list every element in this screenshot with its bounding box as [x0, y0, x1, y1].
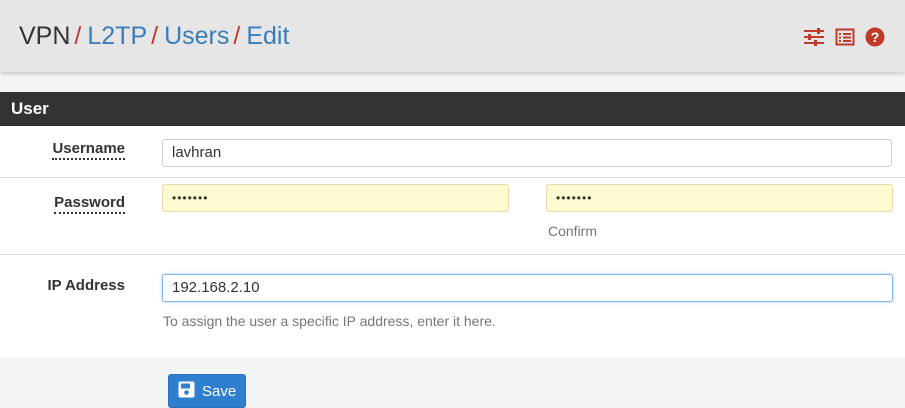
username-row: Username lavhran [0, 126, 905, 178]
svg-text:?: ? [871, 29, 880, 45]
help-icon[interactable]: ? [865, 27, 885, 47]
save-button[interactable]: Save [168, 374, 246, 408]
breadcrumb-vpn: VPN [19, 22, 71, 50]
password-field[interactable]: ••••••• [162, 184, 509, 212]
breadcrumb-separator: / [74, 22, 82, 50]
save-button-label: Save [202, 382, 237, 400]
username-field[interactable]: lavhran [162, 139, 892, 167]
breadcrumb-l2tp[interactable]: L2TP [87, 22, 147, 50]
username-label: Username [52, 140, 125, 160]
ip-address-help-text: To assign the user a specific IP address… [163, 313, 496, 329]
password-confirm-field[interactable]: ••••••• [546, 184, 893, 212]
breadcrumb-edit[interactable]: Edit [246, 22, 289, 50]
password-label: Password [54, 194, 125, 214]
user-panel: User Username lavhran Password ••••••• •… [0, 92, 905, 357]
breadcrumb-users[interactable]: Users [164, 22, 229, 50]
sliders-icon[interactable] [803, 27, 825, 47]
breadcrumb-separator: / [233, 22, 241, 50]
page-header: VPN / L2TP / Users / Edit ? [0, 0, 905, 72]
header-icons: ? [803, 26, 885, 48]
password-row: Password ••••••• ••••••• Confirm [0, 178, 905, 255]
ip-address-label: IP Address [47, 277, 125, 294]
ip-address-row: IP Address 192.168.2.10 To assign the us… [0, 255, 905, 342]
list-icon[interactable] [835, 27, 855, 47]
panel-title: User [0, 92, 905, 126]
breadcrumb: VPN / L2TP / Users / Edit [19, 22, 289, 51]
breadcrumb-separator: / [151, 22, 159, 50]
save-icon [178, 381, 195, 402]
ip-address-field[interactable]: 192.168.2.10 [162, 274, 893, 302]
confirm-help-text: Confirm [548, 223, 598, 239]
